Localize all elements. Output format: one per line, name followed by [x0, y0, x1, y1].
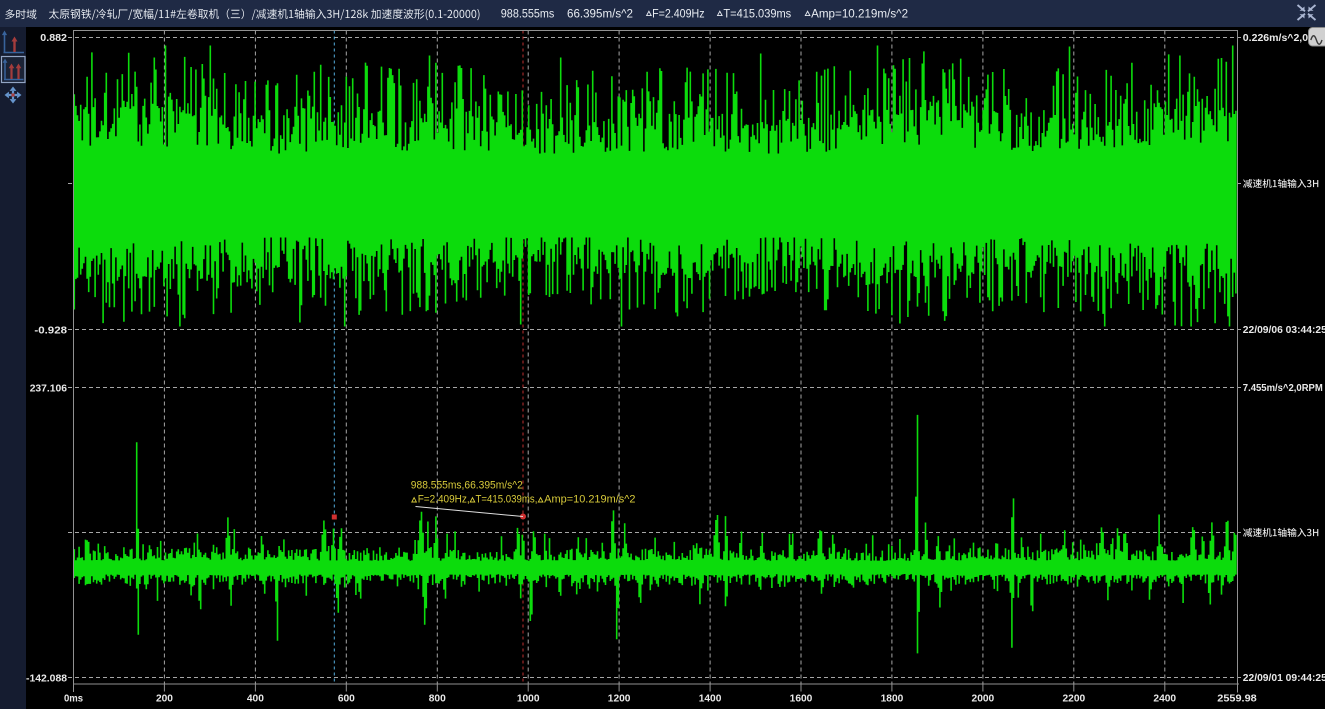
svg-text:800: 800: [429, 693, 446, 705]
svg-text:200: 200: [156, 693, 173, 705]
svg-text:66.395m/s^2: 66.395m/s^2: [567, 9, 633, 21]
svg-text:237.106: 237.106: [30, 382, 67, 394]
svg-text:1000: 1000: [517, 693, 540, 705]
svg-text:T=415.039ms,: T=415.039ms,: [476, 493, 538, 505]
svg-text:22/09/01 09:44:25: 22/09/01 09:44:25: [1243, 673, 1325, 684]
svg-text:0.882: 0.882: [40, 32, 67, 44]
svg-text:2400: 2400: [1153, 693, 1176, 705]
svg-text:-142.088: -142.088: [26, 672, 67, 684]
svg-text:1800: 1800: [881, 693, 904, 705]
svg-text:1600: 1600: [790, 693, 813, 705]
svg-text:2200: 2200: [1062, 693, 1085, 705]
svg-text:Amp=10.219m/s^2: Amp=10.219m/s^2: [544, 493, 635, 505]
svg-text:-0.928: -0.928: [34, 324, 67, 336]
svg-text:22/09/06 03:44:25: 22/09/06 03:44:25: [1243, 325, 1325, 336]
svg-text:600: 600: [338, 693, 355, 705]
svg-text:7.455m/s^2,0RPM: 7.455m/s^2,0RPM: [1243, 383, 1323, 394]
svg-text:Amp=10.219m/s^2: Amp=10.219m/s^2: [811, 9, 908, 21]
svg-text:988.555ms,66.395m/s^2: 988.555ms,66.395m/s^2: [411, 480, 523, 492]
svg-text:2000: 2000: [972, 693, 995, 705]
svg-text:F=2.409Hz: F=2.409Hz: [652, 9, 705, 21]
svg-text:1200: 1200: [608, 693, 631, 705]
svg-text:F=2.409Hz,: F=2.409Hz,: [418, 493, 470, 505]
svg-text:T=415.039ms: T=415.039ms: [723, 9, 791, 21]
svg-text:988.555ms: 988.555ms: [501, 9, 555, 21]
svg-text:0ms: 0ms: [64, 693, 83, 705]
svg-text:2559.98: 2559.98: [1217, 693, 1257, 705]
svg-text:400: 400: [247, 693, 264, 705]
svg-text:1400: 1400: [699, 693, 722, 705]
